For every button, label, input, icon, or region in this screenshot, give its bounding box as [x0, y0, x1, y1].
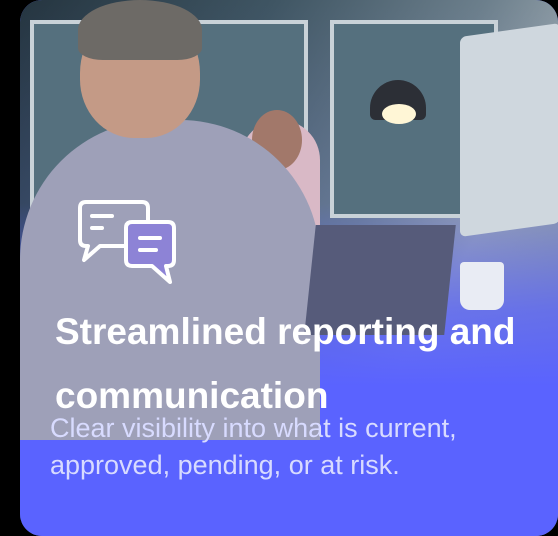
feature-card: Streamlined reporting and communication …: [20, 0, 558, 536]
chat-bubbles-icon: [78, 200, 176, 284]
card-title: Streamlined reporting and communication: [55, 311, 516, 416]
card-description: Clear visibility into what is current, a…: [50, 413, 457, 480]
monitor: [460, 22, 558, 238]
man-hair: [78, 0, 202, 60]
lamp-bulb: [382, 104, 416, 124]
